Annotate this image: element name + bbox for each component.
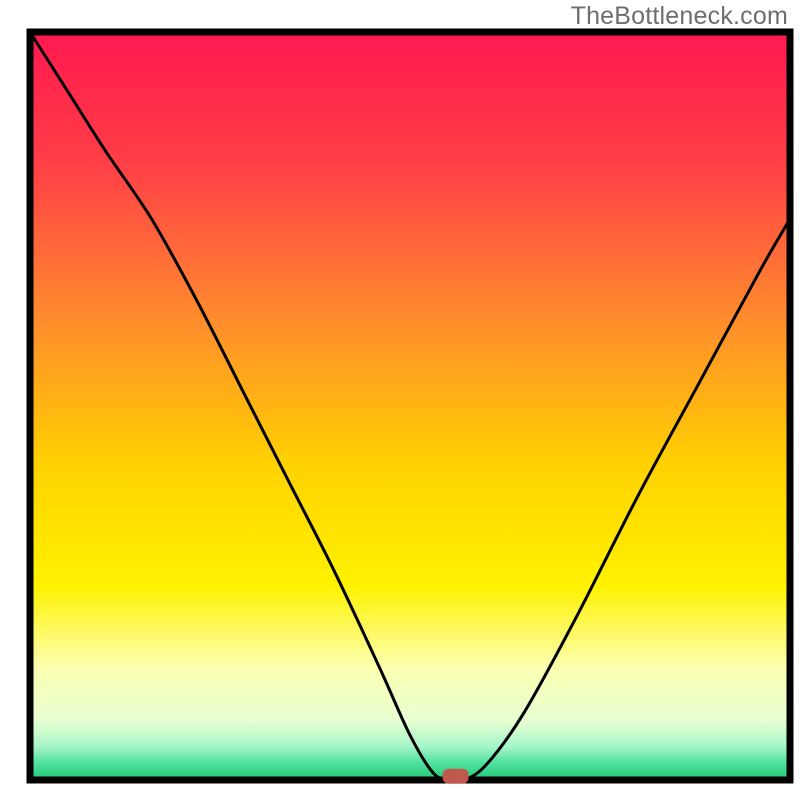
watermark-text: TheBottleneck.com <box>571 2 788 31</box>
optimal-point-marker <box>443 769 469 784</box>
bottleneck-chart <box>0 0 800 800</box>
chart-container: TheBottleneck.com <box>0 0 800 800</box>
plot-background <box>30 32 790 780</box>
